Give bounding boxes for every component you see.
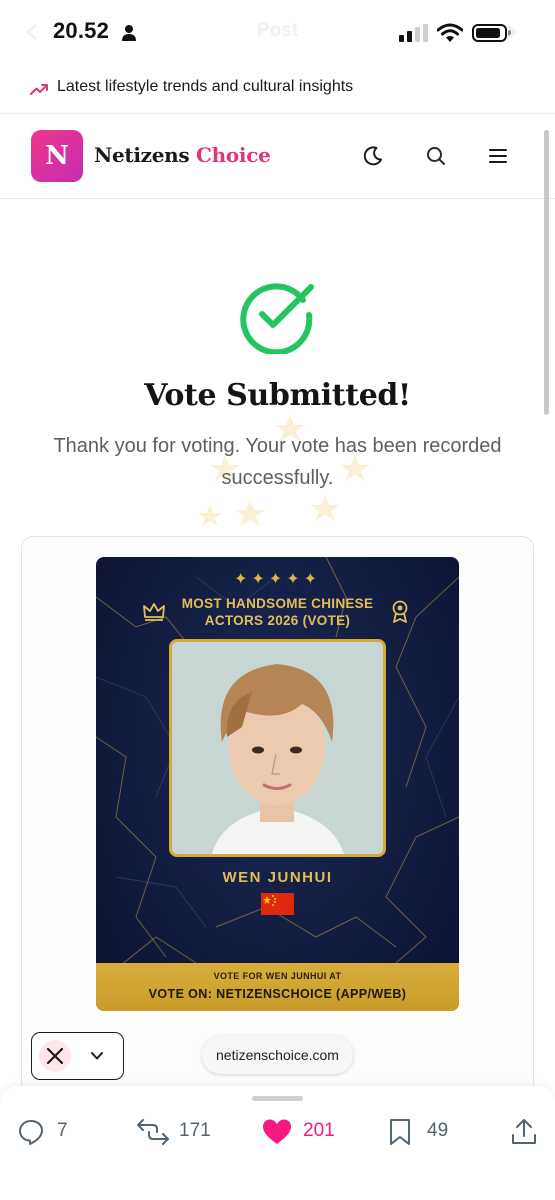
bookmark-button[interactable]: 49	[388, 1116, 458, 1146]
menu-icon[interactable]	[487, 145, 509, 167]
cellular-signal-icon	[399, 24, 428, 42]
heart-icon	[263, 1119, 291, 1144]
more-icon	[506, 24, 517, 40]
scrollbar-thumb[interactable]	[544, 130, 549, 415]
repost-button[interactable]: 171	[137, 1116, 227, 1146]
floating-control[interactable]	[31, 1032, 124, 1080]
moon-icon[interactable]	[362, 145, 384, 167]
search-icon[interactable]	[425, 145, 447, 167]
reply-count: 7	[57, 1120, 68, 1141]
post-action-bar: 7 171 201 49	[0, 1086, 555, 1200]
nominee-name: WEN JUNHUI	[222, 869, 333, 886]
vote-submitted-message: Thank you for voting. Your vote has been…	[53, 435, 502, 489]
card-footer-line1: VOTE FOR WEN JUNHUI AT	[213, 971, 342, 981]
trend-text: Latest lifestyle trends and cultural ins…	[57, 78, 354, 95]
nominee-photo	[169, 639, 386, 857]
chevron-down-icon[interactable]	[90, 1049, 104, 1063]
repost-count: 171	[179, 1120, 211, 1141]
trending-up-icon	[30, 84, 48, 95]
wifi-icon	[437, 23, 463, 42]
card-footer: VOTE FOR WEN JUNHUI AT VOTE ON: NETIZENS…	[96, 963, 459, 1011]
logo-badge[interactable]: N	[31, 130, 83, 182]
share-icon	[512, 1119, 536, 1144]
vote-submitted-title: Vote Submitted!	[144, 378, 411, 413]
share-button[interactable]	[511, 1116, 537, 1146]
bookmark-count: 49	[427, 1120, 449, 1141]
site-header: N Netizens Choice	[0, 115, 555, 199]
brand-primary: Netizens	[94, 143, 190, 167]
repost-icon	[137, 1119, 169, 1145]
status-bar: 20.52 Post	[0, 0, 555, 64]
close-icon[interactable]	[38, 1039, 72, 1073]
bookmark-icon	[390, 1119, 410, 1145]
success-check-icon	[240, 283, 314, 354]
drag-handle[interactable]	[252, 1096, 303, 1101]
card-title: MOST HANDSOME CHINESE ACTORS 2026 (VOTE)	[181, 596, 374, 628]
china-flag-icon	[261, 893, 294, 915]
like-count: 201	[303, 1120, 335, 1141]
card-footer-line2: VOTE ON: NETIZENSCHOICE (APP/WEB)	[148, 987, 407, 1001]
brand-name[interactable]: Netizens Choice	[94, 143, 271, 167]
trend-bar[interactable]: Latest lifestyle trends and cultural ins…	[0, 64, 555, 114]
vote-card-image[interactable]: ✦✦✦✦✦ MOST HANDSOME CHINESE ACTORS 2026 …	[96, 557, 459, 1011]
reply-button[interactable]: 7	[17, 1116, 87, 1146]
like-button[interactable]: 201	[262, 1116, 352, 1146]
brand-accent: Choice	[196, 143, 271, 167]
reply-icon	[19, 1120, 43, 1145]
portrait-illustration	[172, 642, 383, 854]
card-stars-decoration: ✦✦✦✦✦	[233, 571, 322, 588]
url-pill[interactable]: netizenschoice.com	[202, 1036, 353, 1074]
